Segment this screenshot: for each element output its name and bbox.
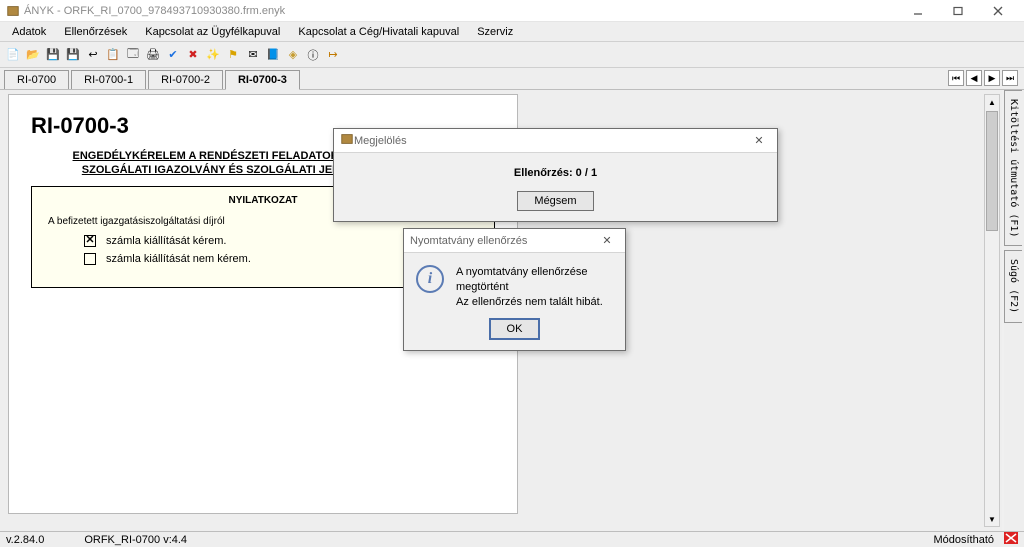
menu-cegkapu[interactable]: Kapcsolat a Cég/Hivatali kapuval — [290, 24, 467, 40]
window-titlebar: ÁNYK - ORFK_RI_0700_978493710930380.frm.… — [0, 0, 1024, 22]
tab-ri-0700-3[interactable]: RI-0700-3 — [225, 70, 300, 90]
side-tabs: Kitöltési útmutató (F1) Súgó (F2) — [1004, 90, 1024, 531]
app-version: v.2.84.0 — [6, 534, 44, 546]
invoice-request-label: számla kiállítását kérem. — [106, 235, 226, 247]
stamp-icon[interactable]: ◈ — [284, 46, 302, 64]
tab-row: RI-0700 RI-0700-1 RI-0700-2 RI-0700-3 ⏮ … — [0, 68, 1024, 90]
info-dialog-icon: i — [416, 265, 444, 293]
mail-icon[interactable]: ✉ — [244, 46, 262, 64]
tab-next-button[interactable]: ▶ — [984, 70, 1000, 86]
menu-adatok[interactable]: Adatok — [4, 24, 54, 40]
result-dialog-close-icon[interactable]: ✕ — [595, 234, 619, 247]
tab-last-button[interactable]: ⏭ — [1002, 70, 1018, 86]
ok-button[interactable]: OK — [489, 318, 541, 340]
undo-icon[interactable]: ↩ — [84, 46, 102, 64]
result-message: A nyomtatvány ellenőrzése megtörtént Az … — [456, 265, 613, 310]
progress-dialog-title: Megjelölés — [354, 135, 407, 147]
info-icon[interactable]: ⓘ — [304, 46, 322, 64]
scroll-up-icon[interactable]: ▲ — [985, 95, 999, 109]
open-icon[interactable]: 📂 — [24, 46, 42, 64]
edit-mode-label: Módosítható — [933, 534, 994, 546]
progress-dialog-close-icon[interactable]: ✕ — [747, 134, 771, 147]
menu-szerviz[interactable]: Szerviz — [469, 24, 521, 40]
result-dialog: Nyomtatvány ellenőrzés ✕ i A nyomtatvány… — [403, 228, 626, 351]
menu-ellenorzesek[interactable]: Ellenőrzések — [56, 24, 135, 40]
table-icon[interactable]: 🗔 — [124, 46, 142, 64]
copy-icon[interactable]: 📋 — [104, 46, 122, 64]
maximize-button[interactable] — [938, 1, 978, 21]
invoice-request-checkbox[interactable]: ✕ — [84, 235, 96, 247]
scroll-down-icon[interactable]: ▼ — [985, 512, 999, 526]
app-icon — [6, 4, 20, 18]
delete-icon[interactable]: ✖ — [184, 46, 202, 64]
status-flag-icon — [1004, 532, 1018, 547]
tab-ri-0700-1[interactable]: RI-0700-1 — [71, 70, 146, 89]
menu-bar: Adatok Ellenőrzések Kapcsolat az Ügyfélk… — [0, 22, 1024, 42]
tab-ri-0700-2[interactable]: RI-0700-2 — [148, 70, 223, 89]
result-line1: A nyomtatvány ellenőrzése megtörtént — [456, 266, 587, 293]
new-icon[interactable]: 📄 — [4, 46, 22, 64]
result-dialog-titlebar: Nyomtatvány ellenőrzés ✕ — [404, 229, 625, 253]
progress-dialog-titlebar: Megjelölés ✕ — [334, 129, 777, 153]
progress-status-text: Ellenőrzés: 0 / 1 — [352, 167, 759, 179]
tab-first-button[interactable]: ⏮ — [948, 70, 964, 86]
minimize-button[interactable] — [898, 1, 938, 21]
invoice-decline-label: számla kiállítását nem kérem. — [106, 253, 251, 265]
book-icon[interactable]: 📘 — [264, 46, 282, 64]
side-tab-help-f1[interactable]: Kitöltési útmutató (F1) — [1004, 90, 1022, 246]
tab-nav: ⏮ ◀ ▶ ⏭ — [948, 70, 1018, 86]
invoice-decline-checkbox[interactable] — [84, 253, 96, 265]
window-title: ÁNYK - ORFK_RI_0700_978493710930380.frm.… — [24, 5, 285, 17]
check-icon[interactable]: ✔ — [164, 46, 182, 64]
cancel-button[interactable]: Mégsem — [517, 191, 593, 211]
vertical-scrollbar[interactable]: ▲ ▼ — [984, 94, 1000, 527]
close-button[interactable] — [978, 1, 1018, 21]
result-line2: Az ellenőrzés nem talált hibát. — [456, 296, 603, 308]
exit-icon[interactable]: ↦ — [324, 46, 342, 64]
progress-dialog: Megjelölés ✕ Ellenőrzés: 0 / 1 Mégsem — [333, 128, 778, 222]
flag-icon[interactable]: ⚑ — [224, 46, 242, 64]
result-dialog-title: Nyomtatvány ellenőrzés — [410, 235, 527, 247]
tab-prev-button[interactable]: ◀ — [966, 70, 982, 86]
form-version: ORFK_RI-0700 v:4.4 — [84, 534, 187, 546]
print-icon[interactable]: 🖨 — [144, 46, 162, 64]
dialog-app-icon — [340, 132, 354, 149]
tab-ri-0700[interactable]: RI-0700 — [4, 70, 69, 89]
save-icon[interactable]: 💾 — [44, 46, 62, 64]
side-tab-help-f2[interactable]: Súgó (F2) — [1004, 250, 1022, 322]
menu-ugyfelkapu[interactable]: Kapcsolat az Ügyfélkapuval — [137, 24, 288, 40]
status-bar: v.2.84.0 ORFK_RI-0700 v:4.4 Módosítható — [0, 531, 1024, 547]
wand-icon[interactable]: ✨ — [204, 46, 222, 64]
saveas-icon[interactable]: 💾 — [64, 46, 82, 64]
toolbar: 📄 📂 💾 💾 ↩ 📋 🗔 🖨 ✔ ✖ ✨ ⚑ ✉ 📘 ◈ ⓘ ↦ — [0, 42, 1024, 68]
scroll-thumb[interactable] — [986, 111, 998, 231]
